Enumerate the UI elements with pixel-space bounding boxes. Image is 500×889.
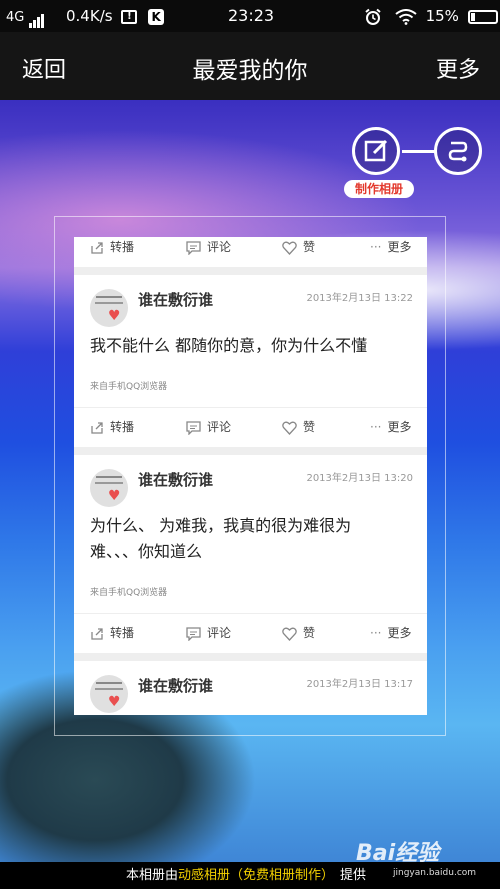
post-text: 为什么、 为难我，我真的很为难很为 难、、、你知道么 xyxy=(90,513,410,565)
divider xyxy=(74,653,427,661)
battery-percent: 15% xyxy=(425,7,459,25)
heart-icon: ♥ xyxy=(108,694,121,710)
share-icon xyxy=(448,141,468,162)
divider xyxy=(74,447,427,455)
repost-icon xyxy=(91,421,103,434)
ellipsis-icon: ··· xyxy=(370,240,382,254)
comment-icon xyxy=(186,626,201,642)
share-album-button[interactable] xyxy=(434,127,482,175)
credit-suffix: 提供 xyxy=(340,868,367,883)
comment-icon xyxy=(186,420,201,436)
wifi-icon xyxy=(395,8,417,25)
avatar[interactable]: ♥ xyxy=(90,675,128,713)
make-album-button[interactable] xyxy=(352,127,400,175)
ellipsis-icon: ··· xyxy=(370,420,382,434)
feed-post[interactable]: ♥ 谁在敷衍谁 2013年2月13日 13:20 为什么、 为难我，我真的很为难… xyxy=(74,455,427,613)
signal-icon xyxy=(29,8,45,28)
comment-icon xyxy=(186,240,201,256)
heart-outline-icon xyxy=(282,421,297,435)
like-button[interactable]: 赞 xyxy=(282,613,315,653)
post-source: 来自手机QQ浏览器 xyxy=(90,588,168,598)
comment-button[interactable]: 评论 xyxy=(186,613,231,653)
action-bar: 转播 评论 赞 ··· 更多 xyxy=(74,237,427,267)
battery-icon xyxy=(467,9,498,24)
post-text-line: 难、、、你知道么 xyxy=(90,542,203,561)
network-speed: 0.4K/s xyxy=(66,7,113,25)
post-text: 我不能什么 都随你的意，你为什么不懂 xyxy=(90,336,368,355)
repost-button[interactable]: 转播 xyxy=(90,613,134,653)
more-button[interactable]: 更多 xyxy=(436,52,480,84)
edit-icon xyxy=(364,139,388,162)
app-notification-icon: K xyxy=(148,8,165,25)
credit-prefix: 本相册由 xyxy=(126,868,179,883)
title-bar: 返回 最爱我的你 更多 xyxy=(0,32,500,100)
watermark-url: jingyan.baidu.com xyxy=(393,868,477,878)
comment-button[interactable]: 评论 xyxy=(186,237,231,267)
post-time: 2013年2月13日 13:17 xyxy=(306,679,413,690)
feed-post[interactable]: ♥ 谁在敷衍谁 2013年2月13日 13:22 我不能什么 都随你的意，你为什… xyxy=(74,275,427,407)
clock: 23:23 xyxy=(228,6,275,25)
heart-outline-icon xyxy=(282,627,297,641)
repost-icon xyxy=(91,241,103,254)
alarm-icon xyxy=(365,8,381,25)
more-actions-button[interactable]: ··· 更多 xyxy=(370,407,411,447)
connector-line xyxy=(402,150,436,153)
repost-button[interactable]: 转播 xyxy=(90,407,134,447)
post-time: 2013年2月13日 13:22 xyxy=(306,293,413,304)
qzone-feed-card: 转播 评论 赞 ··· 更多 ♥ 谁在敷衍谁 2013年2月13日 13:22 我… xyxy=(74,237,427,715)
repost-button[interactable]: 转播 xyxy=(90,237,134,267)
avatar[interactable]: ♥ xyxy=(90,289,128,327)
post-text-line: 为什么、 为难我，我真的很为难很为 xyxy=(90,516,352,535)
action-bar: 转播 评论 赞 ··· 更多 xyxy=(74,613,427,653)
post-source: 来自手机QQ浏览器 xyxy=(90,382,168,392)
heart-outline-icon xyxy=(282,241,297,255)
network-type: 4G xyxy=(6,10,25,25)
like-button[interactable]: 赞 xyxy=(282,407,315,447)
repost-icon xyxy=(91,627,103,640)
post-author[interactable]: 谁在敷衍谁 xyxy=(138,289,213,310)
more-actions-button[interactable]: ··· 更多 xyxy=(370,613,411,653)
like-button[interactable]: 赞 xyxy=(282,237,315,267)
heart-icon: ♥ xyxy=(108,488,121,504)
page-title: 最爱我的你 xyxy=(192,58,308,84)
more-actions-button[interactable]: ··· 更多 xyxy=(370,237,411,267)
heart-icon: ♥ xyxy=(108,308,121,324)
feed-post[interactable]: ♥ 谁在敷衍谁 2013年2月13日 13:17 xyxy=(74,661,427,715)
post-time: 2013年2月13日 13:20 xyxy=(306,473,413,484)
notification-icon: ! xyxy=(121,9,138,24)
make-album-label[interactable]: 制作相册 xyxy=(344,180,414,198)
avatar[interactable]: ♥ xyxy=(90,469,128,507)
comment-button[interactable]: 评论 xyxy=(186,407,231,447)
ellipsis-icon: ··· xyxy=(370,626,382,640)
status-bar: 4G 0.4K/s ! K 23:23 15% xyxy=(0,0,500,32)
post-author[interactable]: 谁在敷衍谁 xyxy=(138,675,213,696)
dynamic-album-link[interactable]: 动感相册（免费相册制作） xyxy=(178,868,334,883)
divider xyxy=(74,267,427,275)
post-author[interactable]: 谁在敷衍谁 xyxy=(138,469,213,490)
action-bar: 转播 评论 赞 ··· 更多 xyxy=(74,407,427,447)
